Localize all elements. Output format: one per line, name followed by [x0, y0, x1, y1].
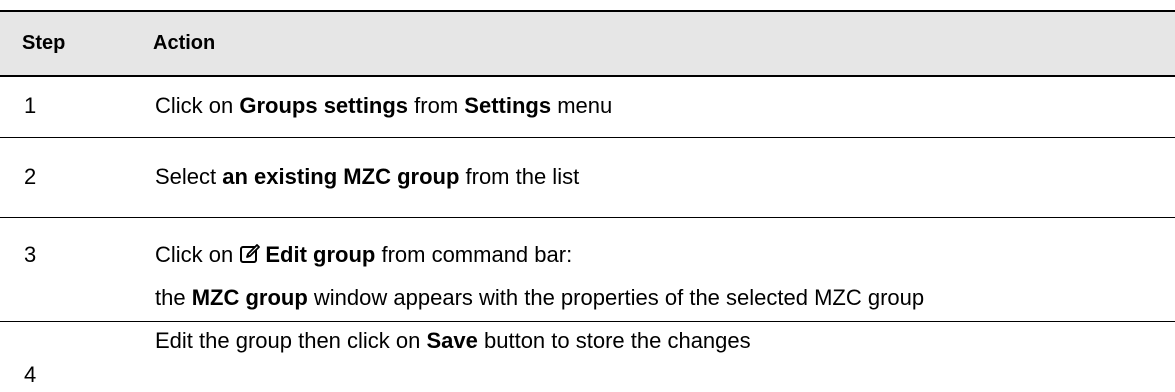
table-row: 3 Click on Edit group from command bar: … [0, 218, 1175, 322]
step-number: 2 [24, 164, 37, 189]
action-text: Select an existing MZC group from the li… [155, 164, 580, 189]
action-text: Click on Groups settings from Settings m… [155, 93, 613, 118]
header-step: Step [22, 32, 66, 54]
action-text: Click on Edit group from command bar: [155, 242, 573, 267]
action-text-continued: the MZC group window appears with the pr… [155, 285, 925, 310]
edit-icon [239, 243, 261, 265]
table-row: 2 Select an existing MZC group from the … [0, 138, 1175, 218]
header-action: Action [153, 32, 216, 54]
table-row: 4 Edit the group then click on Save butt… [0, 322, 1175, 392]
procedure-table: Step Action 1 Click on Groups settings f… [0, 0, 1175, 392]
step-number: 1 [24, 93, 37, 118]
table-header: Step Action [0, 10, 1175, 77]
action-text: Edit the group then click on Save button… [155, 328, 751, 353]
step-number: 4 [24, 362, 37, 387]
table-row: 1 Click on Groups settings from Settings… [0, 77, 1175, 138]
step-number: 3 [24, 242, 37, 267]
